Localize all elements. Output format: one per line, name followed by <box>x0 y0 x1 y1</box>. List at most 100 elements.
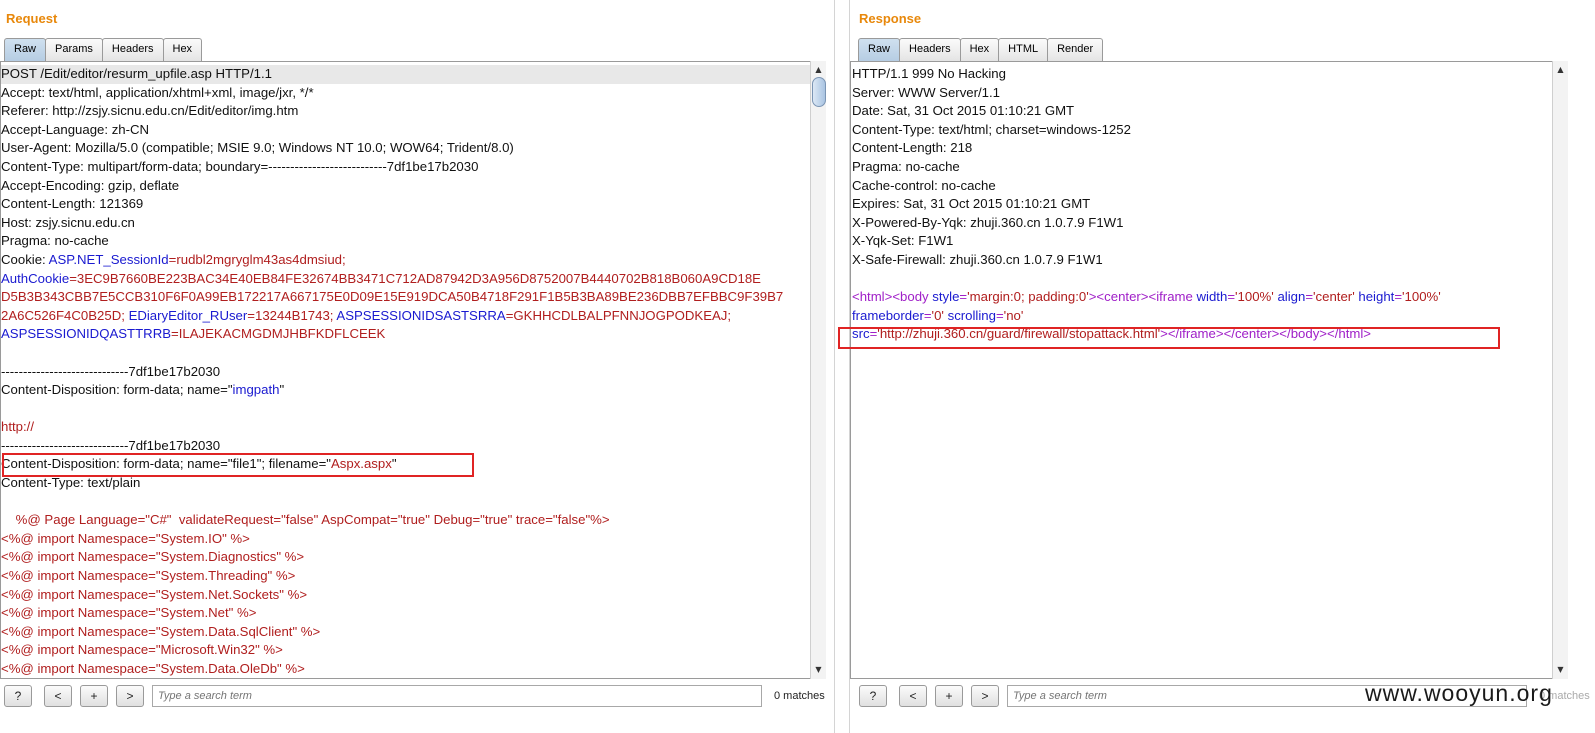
code-token: Aspx.aspx <box>330 456 392 472</box>
code-token: = <box>1394 289 1403 305</box>
code-line: Content-Type: text/plain <box>1 474 825 493</box>
code-line: Cache-control: no-cache <box>852 177 1567 196</box>
code-token: ></ <box>1319 326 1339 342</box>
code-line: X-Powered-By-Yqk: zhuji.360.cn 1.0.7.9 F… <box>852 214 1567 233</box>
code-token: ASPSESSIONIDQASTTRRB <box>1 326 172 342</box>
code-token: HTTP/1.1 999 No Hacking <box>852 66 1006 81</box>
code-line: <%@ import Namespace="System.Net.Sockets… <box>1 586 825 605</box>
request-tab-headers[interactable]: Headers <box>101 38 164 61</box>
response-tab-raw[interactable]: Raw <box>858 38 901 61</box>
code-token: imgpath <box>232 382 280 398</box>
request-editor[interactable]: POST /Edit/editor/resurm_upfile.asp HTTP… <box>0 61 826 679</box>
response-body[interactable]: HTTP/1.1 999 No Hacking Server: WWW Serve… <box>851 62 1567 344</box>
code-token: >< <box>1088 289 1105 305</box>
pane-divider[interactable] <box>834 0 850 733</box>
code-line: Cookie: ASP.NET_SessionId=rudbl2mgryglm4… <box>1 251 825 270</box>
code-token: scrolling <box>947 307 996 323</box>
code-line: Host: zsjy.sicnu.edu.cn <box>1 214 825 233</box>
response-tab-render[interactable]: Render <box>1047 38 1104 61</box>
code-line: Date: Sat, 31 Oct 2015 01:10:21 GMT <box>852 102 1567 121</box>
code-line: <%@ import Namespace="System.Data.OleDb"… <box>1 660 825 678</box>
code-token: >< <box>1140 289 1157 305</box>
code-token: Content-Type: text/plain <box>1 475 141 491</box>
code-token: iframe <box>1179 326 1216 342</box>
response-editor[interactable]: HTTP/1.1 999 No Hacking Server: WWW Serve… <box>850 61 1568 679</box>
code-token: http:// <box>1 419 34 435</box>
code-token: >< <box>884 289 901 305</box>
previous-button[interactable]: < <box>899 685 927 707</box>
code-token: = <box>959 289 968 305</box>
code-token: User-Agent: Mozilla/5.0 (compatible; MSI… <box>1 140 514 156</box>
code-token: > <box>1363 326 1371 342</box>
code-token: = <box>1227 289 1236 305</box>
code-token: 2A6C526F4C0B25D; <box>1 307 129 323</box>
code-token: Expires: Sat, 31 Oct 2015 01:10:21 GMT <box>852 196 1091 212</box>
code-token: Content-Disposition: form-data; name=" <box>1 382 233 398</box>
next-button[interactable]: > <box>971 685 999 707</box>
code-line: -----------------------------7df1be17b20… <box>1 437 825 456</box>
code-token: iframe <box>1156 289 1197 305</box>
code-token: 'no' <box>1003 307 1024 323</box>
code-line: <html><body style='margin:0; padding:0'>… <box>852 288 1567 307</box>
code-token: <%@ import Namespace="System.Data.OleDb"… <box>1 661 305 676</box>
code-token: Pragma: no-cache <box>1 233 109 249</box>
scroll-thumb[interactable] <box>812 77 826 107</box>
code-token: = <box>923 307 932 323</box>
code-line: Content-Length: 121369 <box>1 195 825 214</box>
response-pane: Response Raw Headers Hex HTML Render HTT… <box>838 0 1595 733</box>
code-line: <%@ import Namespace="System.Threading" … <box>1 567 825 586</box>
request-scrollbar[interactable]: ▲ ▼ <box>810 61 826 679</box>
code-line: 2A6C526F4C0B25D; EDiaryEditor_RUser=1324… <box>1 307 825 326</box>
add-button[interactable]: + <box>80 685 108 707</box>
add-button[interactable]: + <box>935 685 963 707</box>
code-line: src='http://zhuji.360.cn/guard/firewall/… <box>852 325 1567 344</box>
previous-button[interactable]: < <box>44 685 72 707</box>
code-token: -----------------------------7df1be17b20… <box>1 437 221 453</box>
code-line: Content-Type: multipart/form-data; bound… <box>1 158 825 177</box>
request-search-input[interactable] <box>152 685 762 707</box>
code-token: ASP.NET_SessionId <box>48 251 169 267</box>
watermark: www.wooyun.org <box>1365 680 1553 706</box>
scroll-up-icon[interactable]: ▲ <box>1553 63 1568 77</box>
help-button[interactable]: ? <box>4 685 32 707</box>
help-button[interactable]: ? <box>859 685 887 707</box>
scroll-down-icon[interactable]: ▼ <box>1553 663 1568 677</box>
code-token: height <box>1358 289 1395 305</box>
code-token: -----------------------------7df1be17b20… <box>1 363 221 379</box>
code-line: User-Agent: Mozilla/5.0 (compatible; MSI… <box>1 139 825 158</box>
code-token: Accept: text/html, application/xhtml+xml… <box>1 84 314 100</box>
response-tab-hex[interactable]: Hex <box>959 38 1000 61</box>
code-token: " <box>279 382 285 398</box>
code-token: Content-Type: multipart/form-data; bound… <box>1 158 479 174</box>
code-line: <%@ import Namespace="System.Diagnostics… <box>1 548 825 567</box>
request-tab-raw[interactable]: Raw <box>4 38 47 61</box>
code-token: Server: WWW Server/1.1 <box>852 84 1001 100</box>
code-token: ></ <box>1215 326 1235 342</box>
code-token: <%@ import Namespace="System.Data.SqlCli… <box>1 623 321 639</box>
code-line: Expires: Sat, 31 Oct 2015 01:10:21 GMT <box>852 195 1567 214</box>
code-token: <%@ import Namespace="System.Net" %> <box>1 605 257 621</box>
response-tab-html[interactable]: HTML <box>998 38 1049 61</box>
code-token: <%@ import Namespace="System.Threading" … <box>1 568 296 584</box>
code-line: X-Yqk-Set: F1W1 <box>852 232 1567 251</box>
next-button[interactable]: > <box>116 685 144 707</box>
scroll-down-icon[interactable]: ▼ <box>811 663 826 677</box>
code-token: <%@ import Namespace="System.Net.Sockets… <box>1 586 308 602</box>
request-tab-hex[interactable]: Hex <box>162 38 203 61</box>
request-body[interactable]: POST /Edit/editor/resurm_upfile.asp HTTP… <box>1 62 825 678</box>
response-scrollbar[interactable]: ▲ ▼ <box>1552 61 1568 679</box>
code-token: <%@ import Namespace="System.IO" %> <box>1 530 250 546</box>
code-token: '100%' <box>1235 289 1278 305</box>
response-tab-headers[interactable]: Headers <box>899 38 961 61</box>
code-token: =ILAJEKACMGDMJHBFKDFLCEEK <box>171 326 386 342</box>
code-line: X-Safe-Firewall: zhuji.360.cn 1.0.7.9 F1… <box>852 251 1567 270</box>
request-tab-params[interactable]: Params <box>45 38 103 61</box>
scroll-up-icon[interactable]: ▲ <box>811 63 826 77</box>
code-token: Cache-control: no-cache <box>852 177 996 193</box>
code-line: %@ Page Language="C#" validateRequest="f… <box>1 511 825 530</box>
code-token: %@ Page Language="C#" validateRequest="f… <box>1 512 610 528</box>
code-line: http:// <box>1 418 825 437</box>
code-token: POST /Edit/editor/resurm_upfile.asp HTTP… <box>1 66 272 81</box>
